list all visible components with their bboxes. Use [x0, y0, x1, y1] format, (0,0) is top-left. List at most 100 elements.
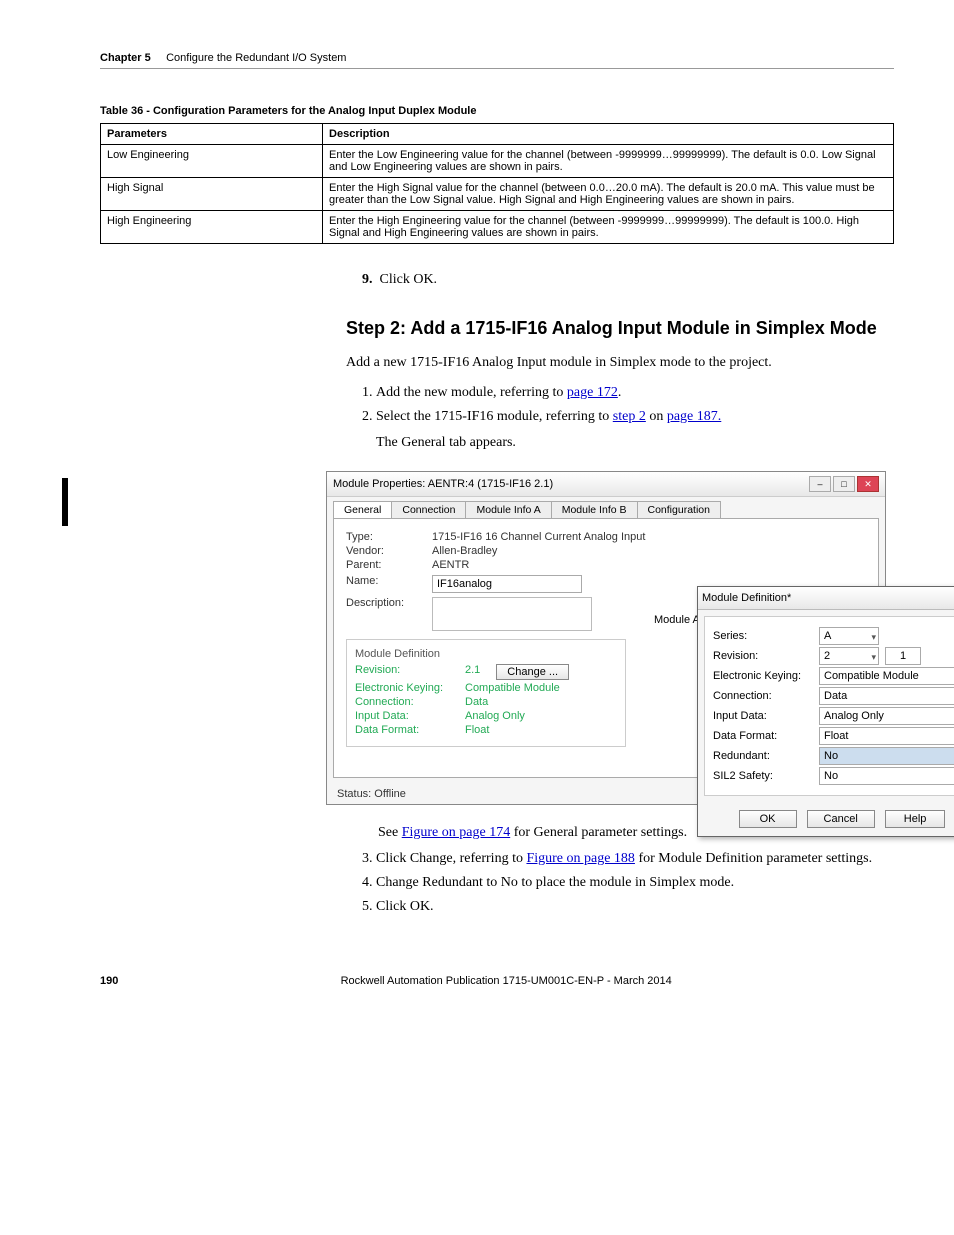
- type-label: Type:: [346, 531, 432, 543]
- popup-title: Module Definition*: [702, 592, 791, 604]
- ek-combo[interactable]: Compatible Module: [819, 667, 954, 685]
- series-label: Series:: [713, 630, 813, 642]
- step-1-post: .: [618, 385, 622, 400]
- module-definition-popup: Module Definition* ✕ Series:A Revision:2…: [697, 586, 954, 837]
- step-2-pre: Select the 1715-IF16 module, referring t…: [376, 409, 613, 424]
- publication-info: Rockwell Automation Publication 1715-UM0…: [341, 975, 672, 987]
- ek-value: Compatible Module: [465, 682, 560, 694]
- link-figure-188[interactable]: Figure on page 188: [526, 851, 634, 866]
- table-row: Low Engineering Enter the Low Engineerin…: [101, 145, 894, 178]
- step-2-mid: on: [646, 409, 667, 424]
- input-data-label: Input Data:: [355, 710, 465, 722]
- step-4-text: Change Redundant to No to place the modu…: [376, 875, 734, 890]
- vendor-label: Vendor:: [346, 545, 432, 557]
- redundant-label: Redundant:: [713, 750, 813, 762]
- tab-strip: General Connection Module Info A Module …: [327, 497, 885, 518]
- step-9: 9. Click OK.: [362, 272, 894, 288]
- popup-connection-label: Connection:: [713, 690, 813, 702]
- sil2-combo[interactable]: No: [819, 767, 954, 785]
- th-parameters: Parameters: [101, 124, 323, 145]
- page-number: 190: [100, 975, 118, 987]
- parameters-table: Parameters Description Low Engineering E…: [100, 123, 894, 244]
- module-definition-group: Module Definition Revision:2.1 Change ...…: [346, 639, 626, 747]
- vendor-value: Allen-Bradley: [432, 545, 497, 557]
- maximize-button[interactable]: □: [833, 476, 855, 492]
- popup-input-data-label: Input Data:: [713, 710, 813, 722]
- table-caption: Table 36 - Configuration Parameters for …: [100, 105, 894, 117]
- change-button[interactable]: Change ...: [496, 664, 569, 680]
- tab-general[interactable]: General: [333, 501, 392, 518]
- list-item: Change Redundant to No to place the modu…: [376, 875, 894, 891]
- description-label: Description:: [346, 597, 432, 609]
- td-desc: Enter the High Engineering value for the…: [323, 211, 894, 244]
- module-properties-dialog: Module Properties: AENTR:4 (1715-IF16 2.…: [326, 471, 886, 805]
- popup-ek-label: Electronic Keying:: [713, 670, 813, 682]
- series-combo[interactable]: A: [819, 627, 879, 645]
- td-param: High Engineering: [101, 211, 323, 244]
- step-3-pre: Click Change, referring to: [376, 851, 526, 866]
- table-row: High Engineering Enter the High Engineer…: [101, 211, 894, 244]
- page-header: Chapter 5 Configure the Redundant I/O Sy…: [100, 50, 894, 69]
- minimize-button[interactable]: –: [809, 476, 831, 492]
- parent-label: Parent:: [346, 559, 432, 571]
- name-label: Name:: [346, 575, 432, 593]
- redundant-combo[interactable]: No: [819, 747, 954, 765]
- type-value: 1715-IF16 16 Channel Current Analog Inpu…: [432, 531, 645, 543]
- description-field[interactable]: [432, 597, 592, 631]
- revision-major-combo[interactable]: 2: [819, 647, 879, 665]
- connection-combo[interactable]: Data: [819, 687, 954, 705]
- step-1-pre: Add the new module, referring to: [376, 385, 567, 400]
- popup-data-format-label: Data Format:: [713, 730, 813, 742]
- revision-label: Revision:: [355, 664, 465, 680]
- parent-value: AENTR: [432, 559, 469, 571]
- input-data-value: Analog Only: [465, 710, 525, 722]
- connection-value: Data: [465, 696, 488, 708]
- data-format-label: Data Format:: [355, 724, 465, 736]
- td-param: Low Engineering: [101, 145, 323, 178]
- sil2-label: SIL2 Safety:: [713, 770, 813, 782]
- data-format-value: Float: [465, 724, 489, 736]
- table-row: High Signal Enter the High Signal value …: [101, 178, 894, 211]
- ek-label: Electronic Keying:: [355, 682, 465, 694]
- list-item: Click OK.: [376, 899, 894, 915]
- td-param: High Signal: [101, 178, 323, 211]
- help-button[interactable]: Help: [885, 810, 946, 828]
- th-description: Description: [323, 124, 894, 145]
- tab-configuration[interactable]: Configuration: [637, 501, 721, 518]
- td-desc: Enter the High Signal value for the chan…: [323, 178, 894, 211]
- tab-module-info-a[interactable]: Module Info A: [465, 501, 551, 518]
- step-9-text: Click OK.: [380, 272, 438, 287]
- link-page-172[interactable]: page 172: [567, 385, 618, 400]
- page-footer: 190 Rockwell Automation Publication 1715…: [100, 975, 894, 987]
- moddef-group-title: Module Definition: [355, 648, 617, 660]
- step-5-text: Click OK.: [376, 899, 434, 914]
- name-field[interactable]: [432, 575, 582, 593]
- link-figure-174[interactable]: Figure on page 174: [402, 825, 510, 840]
- connection-label: Connection:: [355, 696, 465, 708]
- chapter-label: Chapter 5: [100, 52, 151, 64]
- chapter-title: Configure the Redundant I/O System: [166, 52, 346, 64]
- section-heading: Step 2: Add a 1715-IF16 Analog Input Mod…: [346, 318, 894, 339]
- step-9-num: 9.: [362, 272, 373, 287]
- list-item: Select the 1715-IF16 module, referring t…: [376, 409, 894, 451]
- section-intro: Add a new 1715-IF16 Analog Input module …: [346, 355, 894, 371]
- ok-button[interactable]: OK: [739, 810, 797, 828]
- general-tab-appears: The General tab appears.: [376, 435, 894, 451]
- tab-module-info-b[interactable]: Module Info B: [551, 501, 638, 518]
- data-format-combo[interactable]: Float: [819, 727, 954, 745]
- popup-revision-label: Revision:: [713, 650, 813, 662]
- revision-minor-spinner[interactable]: 1: [885, 647, 921, 665]
- link-page-187[interactable]: page 187.: [667, 409, 721, 424]
- list-item: Click Change, referring to Figure on pag…: [376, 851, 894, 867]
- revision-value: 2.1: [465, 664, 480, 680]
- td-desc: Enter the Low Engineering value for the …: [323, 145, 894, 178]
- close-button[interactable]: ✕: [857, 476, 879, 492]
- step-3-post: for Module Definition parameter settings…: [635, 851, 872, 866]
- revision-bar: [62, 478, 68, 526]
- list-item: Add the new module, referring to page 17…: [376, 385, 894, 401]
- tab-connection[interactable]: Connection: [391, 501, 466, 518]
- input-data-combo[interactable]: Analog Only: [819, 707, 954, 725]
- cancel-button[interactable]: Cancel: [807, 810, 875, 828]
- dialog-title: Module Properties: AENTR:4 (1715-IF16 2.…: [333, 478, 553, 490]
- link-step-2[interactable]: step 2: [613, 409, 646, 424]
